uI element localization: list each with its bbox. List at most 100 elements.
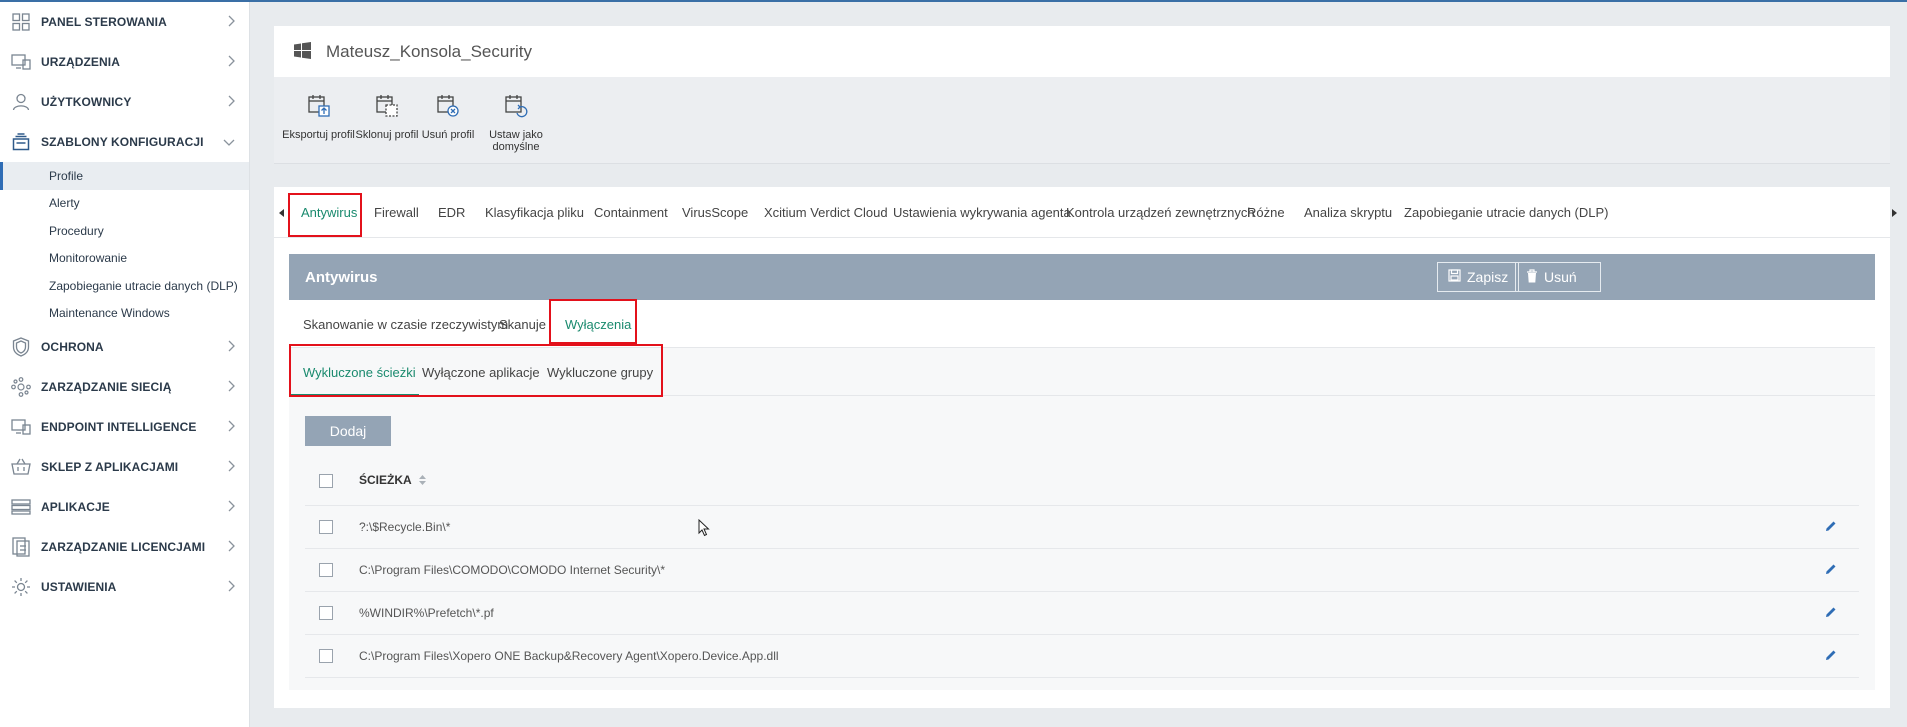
add-button[interactable]: Dodaj bbox=[305, 416, 391, 446]
nav-label: OCHRONA bbox=[41, 340, 104, 354]
nav-label: URZĄDZENIA bbox=[41, 55, 120, 69]
sidebar: PANEL STEROWANIA URZĄDZENIA UŻYTKOWNICY … bbox=[0, 2, 250, 727]
tab-analiza-skryptu[interactable]: Analiza skryptu bbox=[1304, 187, 1392, 238]
table-row: C:\Program Files\COMODO\COMODO Internet … bbox=[305, 549, 1859, 592]
tab-klasyfikacja-pliku[interactable]: Klasyfikacja pliku bbox=[485, 187, 584, 238]
pencil-icon[interactable] bbox=[1825, 649, 1837, 664]
antywirus-subtabs: Skanowanie w czasie rzeczywistym Skanuje… bbox=[289, 299, 1875, 348]
nav-endpoint-intelligence[interactable]: ENDPOINT INTELLIGENCE bbox=[0, 407, 249, 447]
toolbar: Eksportuj profil Sklonuj profil Usuń pro… bbox=[274, 77, 1890, 164]
chevron-right-icon bbox=[227, 15, 235, 30]
row-checkbox[interactable] bbox=[319, 606, 333, 620]
main-area: Mateusz_Konsola_Security Eksportuj profi… bbox=[251, 2, 1907, 727]
tab-rozne[interactable]: Różne bbox=[1247, 187, 1285, 238]
nav-label: APLIKACJE bbox=[41, 500, 110, 514]
nav-panel-sterowania[interactable]: PANEL STEROWANIA bbox=[0, 2, 249, 42]
submenu-item-maintenance[interactable]: Maintenance Windows bbox=[0, 300, 249, 328]
submenu-item-procedury[interactable]: Procedury bbox=[0, 217, 249, 245]
column-label: ŚCIEŻKA bbox=[359, 473, 412, 488]
dashboard-icon bbox=[10, 11, 32, 33]
tab-virusscope[interactable]: VirusScope bbox=[682, 187, 748, 238]
nav-label: ENDPOINT INTELLIGENCE bbox=[41, 420, 197, 434]
pencil-icon[interactable] bbox=[1825, 606, 1837, 621]
submenu-item-alerty[interactable]: Alerty bbox=[0, 190, 249, 218]
export-profile-button[interactable]: Eksportuj profil bbox=[281, 91, 356, 141]
save-icon bbox=[1448, 269, 1461, 285]
pencil-icon[interactable] bbox=[1825, 563, 1837, 578]
devices-icon bbox=[10, 51, 32, 73]
user-icon bbox=[10, 91, 32, 113]
nav-szablony-konfiguracji[interactable]: SZABLONY KONFIGURACJI bbox=[0, 122, 249, 162]
trash-icon bbox=[1526, 268, 1538, 286]
chevron-right-icon bbox=[227, 420, 235, 435]
remove-button[interactable]: Usuń bbox=[1515, 262, 1601, 292]
nav-ochrona[interactable]: OCHRONA bbox=[0, 327, 249, 367]
exclusion-subtabs: Wykluczone ścieżki Wyłączone aplikacje W… bbox=[289, 344, 1875, 397]
save-label: Zapisz bbox=[1467, 269, 1509, 285]
nav-urzadzenia[interactable]: URZĄDZENIA bbox=[0, 42, 249, 82]
sort-icon bbox=[418, 474, 426, 488]
subtab-skanuje[interactable]: Skanuje bbox=[499, 300, 546, 348]
pencil-icon[interactable] bbox=[1825, 520, 1837, 535]
tab-firewall[interactable]: Firewall bbox=[374, 187, 419, 238]
highlight-frame bbox=[549, 299, 637, 344]
clone-icon bbox=[355, 91, 419, 121]
chevron-right-icon bbox=[227, 500, 235, 515]
tool-label: domyślne bbox=[492, 141, 540, 153]
profile-header: Mateusz_Konsola_Security bbox=[274, 26, 1890, 77]
clone-profile-button[interactable]: Sklonuj profil bbox=[355, 91, 419, 141]
windows-icon bbox=[294, 41, 311, 62]
tabs-scroll-right-button[interactable] bbox=[1887, 187, 1901, 238]
delete-profile-button[interactable]: Usuń profil bbox=[420, 91, 476, 141]
apps-icon bbox=[10, 496, 32, 518]
submenu-item-monitorowanie[interactable]: Monitorowanie bbox=[0, 245, 249, 273]
antywirus-panel: Antywirus Zapisz Usuń Skanowanie w czasi… bbox=[289, 254, 1875, 690]
set-default-icon bbox=[484, 91, 548, 121]
nav-zarzadzanie-licencjami[interactable]: ZARZĄDZANIE LICENCJAMI bbox=[0, 527, 249, 567]
network-icon bbox=[10, 376, 32, 398]
license-icon bbox=[10, 536, 32, 558]
table-row: ?:\$Recycle.Bin\* bbox=[305, 506, 1859, 549]
nav-aplikacje[interactable]: APLIKACJE bbox=[0, 487, 249, 527]
submenu-item-profile[interactable]: Profile bbox=[0, 162, 249, 190]
page-title: Mateusz_Konsola_Security bbox=[326, 41, 533, 61]
nav-label: ZARZĄDZANIE SIECIĄ bbox=[41, 380, 172, 394]
tool-label: Eksportuj profil bbox=[282, 129, 355, 141]
nav-uzytkownicy[interactable]: UŻYTKOWNICY bbox=[0, 82, 249, 122]
row-checkbox[interactable] bbox=[319, 563, 333, 577]
path-cell: C:\Program Files\Xopero ONE Backup&Recov… bbox=[359, 649, 779, 663]
column-header-path[interactable]: ŚCIEŻKA bbox=[359, 473, 426, 488]
chevron-right-icon bbox=[227, 340, 235, 355]
tab-edr[interactable]: EDR bbox=[438, 187, 465, 238]
save-button[interactable]: Zapisz bbox=[1437, 262, 1520, 292]
tab-kontrola-urzadzen[interactable]: Kontrola urządzeń zewnętrznych bbox=[1066, 187, 1255, 238]
set-default-button[interactable]: Ustaw jako domyślne bbox=[484, 91, 548, 153]
table-header: ŚCIEŻKA bbox=[305, 456, 1859, 506]
gear-icon bbox=[10, 576, 32, 598]
chevron-right-icon bbox=[227, 540, 235, 555]
tabs-scroll-left-button[interactable] bbox=[274, 187, 288, 238]
select-all-checkbox[interactable] bbox=[319, 473, 333, 488]
tab-dlp[interactable]: Zapobieganie utracie danych (DLP) bbox=[1404, 187, 1609, 238]
tab-ustawienia-wykrywania[interactable]: Ustawienia wykrywania agenta bbox=[893, 187, 1071, 238]
submenu-item-dlp[interactable]: Zapobieganie utracie danych (DLP) bbox=[0, 272, 249, 300]
chevron-right-icon bbox=[227, 380, 235, 395]
nav-zarzadzanie-siecia[interactable]: ZARZĄDZANIE SIECIĄ bbox=[0, 367, 249, 407]
paths-table: ŚCIEŻKA ?:\$Recycle.Bin\* C:\Program Fil… bbox=[305, 456, 1859, 678]
path-cell: C:\Program Files\COMODO\COMODO Internet … bbox=[359, 563, 666, 577]
path-cell: ?:\$Recycle.Bin\* bbox=[359, 520, 451, 534]
tab-verdict-cloud[interactable]: Xcitium Verdict Cloud bbox=[764, 187, 888, 238]
nav-ustawienia[interactable]: USTAWIENIA bbox=[0, 567, 249, 607]
nav-sklep-z-aplikacjami[interactable]: SKLEP Z APLIKACJAMI bbox=[0, 447, 249, 487]
remove-label: Usuń bbox=[1544, 269, 1577, 285]
row-checkbox[interactable] bbox=[319, 649, 333, 663]
row-checkbox[interactable] bbox=[319, 520, 333, 534]
nav-label: USTAWIENIA bbox=[41, 580, 117, 594]
nav-label: ZARZĄDZANIE LICENCJAMI bbox=[41, 540, 206, 554]
export-icon bbox=[281, 91, 356, 121]
delete-icon bbox=[420, 91, 476, 121]
profile-content: Antywirus Firewall EDR Klasyfikacja plik… bbox=[274, 187, 1897, 708]
tab-containment[interactable]: Containment bbox=[594, 187, 668, 238]
shield-icon bbox=[10, 336, 32, 358]
subtab-skanowanie-rt[interactable]: Skanowanie w czasie rzeczywistym bbox=[303, 300, 508, 348]
